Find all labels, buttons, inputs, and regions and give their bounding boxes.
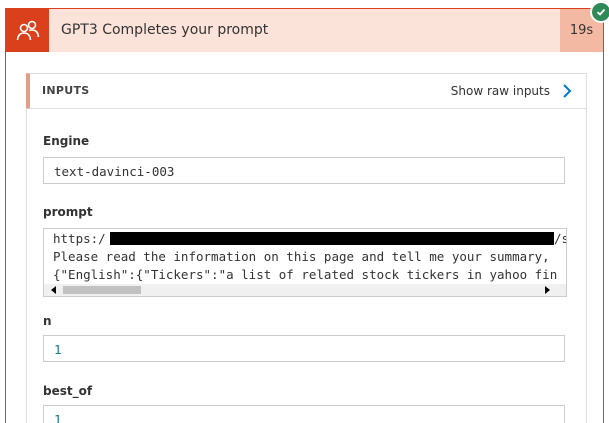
- inputs-panel-left-border: [26, 108, 27, 423]
- action-card[interactable]: GPT3 Completes your prompt 19s INPUTS Sh…: [5, 8, 604, 423]
- prompt-field[interactable]: https:/ /s Please read the information o…: [43, 228, 567, 297]
- inputs-panel-right-border: [586, 108, 587, 423]
- show-raw-inputs-link[interactable]: Show raw inputs: [451, 74, 550, 108]
- engine-field[interactable]: text-davinci-003: [43, 157, 565, 184]
- inputs-section-header[interactable]: INPUTS Show raw inputs: [26, 73, 587, 109]
- n-label: n: [43, 314, 52, 328]
- prompt-label: prompt: [43, 205, 93, 219]
- action-title: GPT3 Completes your prompt: [61, 22, 269, 38]
- inputs-label: INPUTS: [42, 84, 90, 97]
- prompt-line-instructions: Please read the information on this page…: [53, 249, 550, 264]
- redacted-url-block: [110, 232, 554, 245]
- prompt-horizontal-scrollbar[interactable]: [44, 284, 566, 296]
- connector-arrow: [298, 0, 310, 14]
- success-check-icon: [590, 1, 609, 23]
- action-header[interactable]: GPT3 Completes your prompt 19s: [6, 9, 603, 52]
- scroll-right-arrow-icon[interactable]: [545, 286, 550, 294]
- prompt-line-url: https:/: [53, 231, 106, 246]
- scroll-left-arrow-icon[interactable]: [51, 286, 56, 294]
- engine-label: Engine: [43, 134, 90, 148]
- prompt-line-url-end: /s: [554, 231, 566, 246]
- best-of-label: best_of: [43, 384, 93, 398]
- scrollbar-thumb[interactable]: [63, 286, 141, 294]
- prompt-line-json: {"English":{"Tickers":"a list of related…: [53, 267, 558, 282]
- best-of-field[interactable]: 1: [43, 405, 565, 423]
- people-icon: [6, 9, 49, 52]
- chevron-right-icon[interactable]: [560, 83, 574, 99]
- n-field[interactable]: 1: [43, 335, 565, 362]
